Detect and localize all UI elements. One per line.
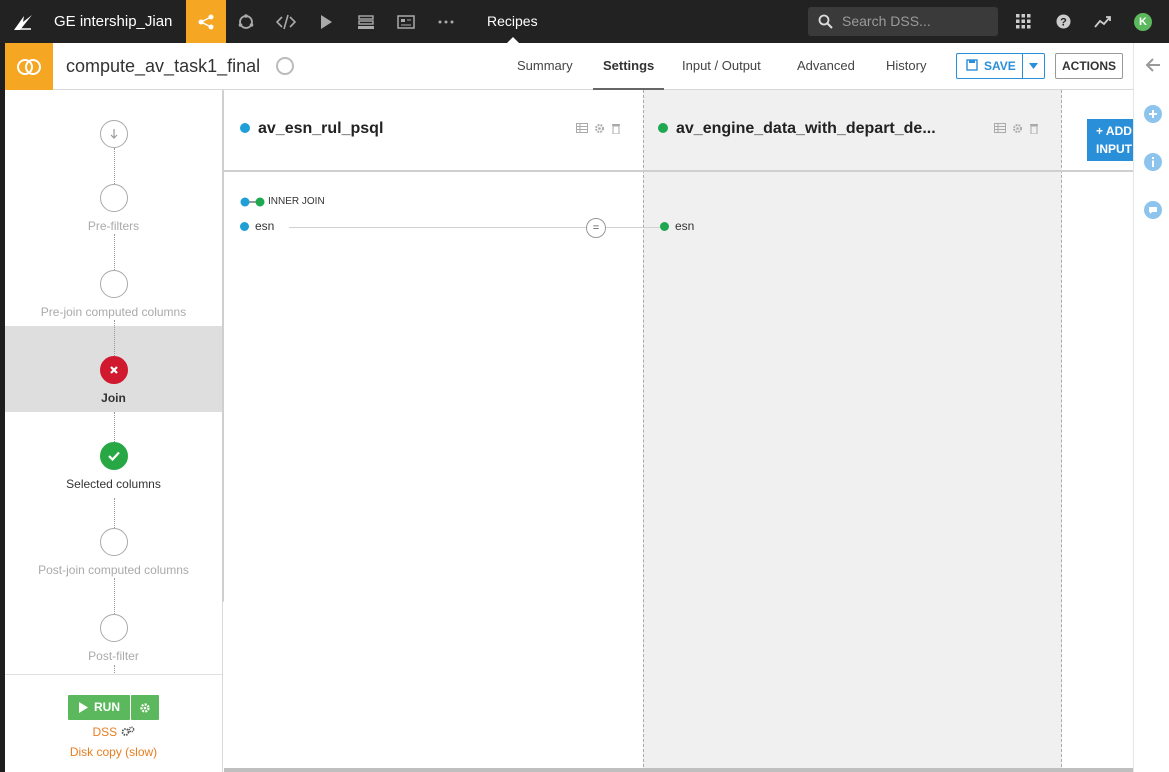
join-type-icon (240, 197, 265, 207)
horizontal-scrollbar[interactable] (224, 768, 1133, 772)
step-connector (114, 578, 115, 614)
join-type-label: INNER JOIN (268, 196, 325, 207)
add-icon[interactable] (1144, 105, 1162, 123)
collapse-arrow-icon[interactable] (1144, 56, 1162, 74)
chevron-down-icon (1029, 63, 1038, 69)
arrow-down-icon (100, 120, 128, 148)
tab-settings[interactable]: Settings (593, 43, 665, 90)
tab-advanced[interactable]: Advanced (797, 43, 855, 90)
gear-icon (140, 702, 150, 713)
right-join-key: esn (675, 219, 695, 233)
floppy-disk-icon (966, 59, 978, 71)
save-label: SAVE (984, 59, 1016, 73)
right-rail (1133, 43, 1169, 772)
dataset-color-dot (658, 123, 668, 133)
recipe-header: compute_av_task1_final Summary Settings … (5, 43, 1133, 90)
add-input-button[interactable]: + ADD INPUT (1087, 119, 1133, 161)
run-button[interactable]: RUN (68, 695, 130, 720)
activity-icon[interactable] (1088, 0, 1118, 43)
save-button[interactable]: SAVE (956, 53, 1045, 79)
join-canvas: av_esn_rul_psql av_engine_data_with_depa… (224, 90, 1133, 772)
step-label: Post-filter (88, 649, 139, 663)
engine-detail[interactable]: Disk copy (slow) (5, 745, 222, 759)
step-circle-icon (100, 528, 128, 556)
right-dataset-name: av_engine_data_with_depart_de... (676, 120, 936, 137)
step-label: Selected columns (66, 477, 161, 491)
right-dataset-header[interactable]: av_engine_data_with_depart_de... (658, 120, 936, 138)
code-icon[interactable] (266, 0, 306, 43)
dashboard-icon[interactable] (386, 0, 426, 43)
engine-name[interactable]: DSS (5, 725, 222, 739)
user-avatar[interactable]: K (1128, 0, 1158, 43)
join-link-line (606, 227, 660, 228)
step-connector (114, 412, 115, 442)
dataset-header-divider (224, 170, 1133, 172)
add-input-line1: + ADD (1096, 124, 1132, 138)
table-icon[interactable] (994, 123, 1006, 133)
join-link-line (289, 227, 586, 228)
step-label: Post-join computed columns (38, 563, 189, 577)
info-icon[interactable] (1144, 153, 1162, 171)
step-connector (114, 498, 115, 528)
step-connector (114, 148, 115, 184)
run-settings-button[interactable] (131, 695, 159, 720)
step-connector (114, 234, 115, 270)
play-icon (79, 702, 88, 713)
left-dataset-header[interactable]: av_esn_rul_psql (240, 120, 383, 138)
run-icon[interactable] (306, 0, 346, 43)
join-operator[interactable]: = (586, 218, 606, 238)
project-name[interactable]: GE intership_Jian (54, 0, 172, 43)
step-label: Join (101, 391, 126, 405)
tab-history[interactable]: History (886, 43, 926, 90)
actions-button[interactable]: ACTIONS (1055, 53, 1123, 79)
step-connector (114, 320, 115, 356)
discussion-icon[interactable] (1144, 201, 1162, 219)
flow-icon[interactable] (186, 0, 226, 43)
help-icon[interactable]: ? (1048, 0, 1078, 43)
avatar-letter: K (1134, 12, 1152, 31)
trash-icon[interactable] (611, 123, 621, 134)
stack-icon[interactable] (346, 0, 386, 43)
error-icon (100, 356, 128, 384)
dataiku-logo-icon[interactable] (0, 0, 46, 43)
apps-grid-icon[interactable] (1008, 0, 1038, 43)
top-navigation-bar: GE intership_Jian Recipes Search DSS... … (0, 0, 1169, 43)
trash-icon[interactable] (1029, 123, 1039, 134)
gear-icon[interactable] (594, 123, 605, 134)
gears-icon (121, 726, 134, 736)
save-dropdown-toggle[interactable] (1022, 54, 1044, 78)
gear-icon[interactable] (1012, 123, 1023, 134)
run-label: RUN (94, 700, 120, 714)
jobs-icon[interactable] (226, 0, 266, 43)
right-dataset-column (643, 90, 1062, 772)
step-label: Pre-join computed columns (40, 305, 187, 319)
check-icon (100, 442, 128, 470)
step-circle-icon (100, 614, 128, 642)
search-icon (818, 14, 833, 29)
run-area: RUN DSS Disk copy (slow) (5, 674, 222, 772)
tab-summary[interactable]: Summary (517, 43, 573, 90)
search-input[interactable]: Search DSS... (808, 7, 998, 36)
step-circle-icon (100, 184, 128, 212)
engine-label: DSS (92, 725, 118, 739)
recipe-title[interactable]: compute_av_task1_final (66, 43, 260, 90)
left-key-dot (240, 222, 249, 231)
table-icon[interactable] (576, 123, 588, 133)
step-label: Pre-filters (87, 219, 140, 233)
left-join-key: esn (255, 219, 275, 233)
left-dataset-name: av_esn_rul_psql (258, 120, 384, 137)
join-recipe-icon (5, 43, 53, 90)
add-input-line2: INPUT (1096, 142, 1132, 156)
recipe-steps-panel: Pre-filters Pre-join computed columns Jo… (5, 90, 227, 772)
tab-input-output[interactable]: Input / Output (682, 43, 761, 90)
right-key-dot (660, 222, 669, 231)
more-icon[interactable] (426, 0, 466, 43)
svg-text:?: ? (1060, 17, 1067, 29)
step-circle-icon (100, 270, 128, 298)
search-placeholder: Search DSS... (842, 13, 931, 29)
compass-icon[interactable] (276, 57, 294, 75)
dataset-color-dot (240, 123, 250, 133)
